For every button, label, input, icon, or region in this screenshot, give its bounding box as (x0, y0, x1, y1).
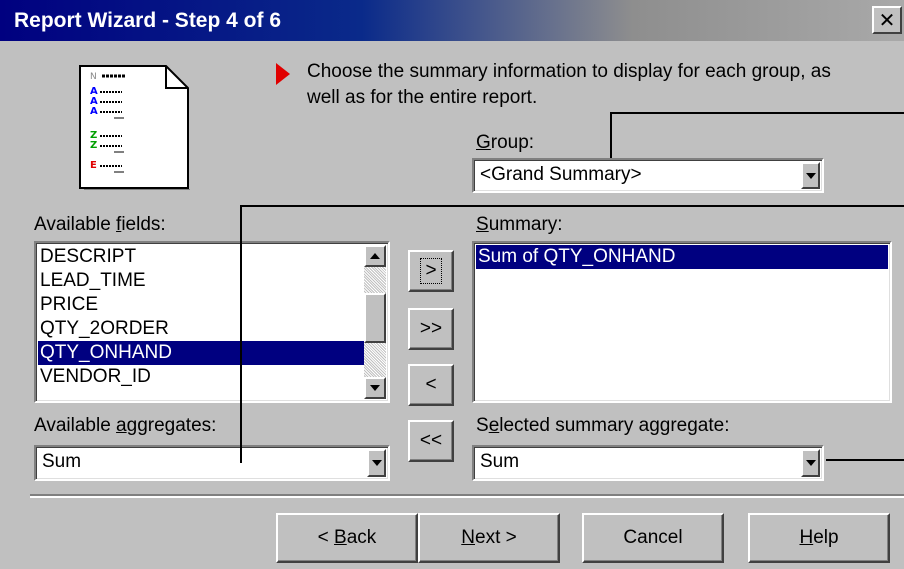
callout-line (240, 205, 242, 463)
svg-text:A: A (90, 106, 98, 117)
instruction-line-1: Choose the summary information to displa… (307, 61, 831, 82)
remove-all-fields-button[interactable]: << (408, 420, 454, 462)
title-bar: Report Wizard - Step 4 of 6 ✕ (0, 0, 904, 41)
close-button[interactable]: ✕ (872, 6, 902, 34)
report-illustration-icon: N A A A Z Z E (78, 64, 190, 191)
next-button[interactable]: Next > (418, 513, 560, 563)
group-dropdown-arrow[interactable] (801, 162, 820, 189)
add-all-fields-button[interactable]: >> (408, 308, 454, 350)
available-field-item[interactable]: QTY_ONHAND (38, 341, 364, 365)
available-field-item[interactable]: VENDOR_ID (38, 365, 364, 389)
scroll-down-icon (370, 385, 380, 391)
summary-item[interactable]: Sum of QTY_ONHAND (476, 245, 888, 269)
scroll-thumb[interactable] (364, 293, 386, 343)
available-fields-scrollbar[interactable] (364, 245, 386, 399)
cancel-button[interactable]: Cancel (582, 513, 724, 563)
available-aggregates-label: Available aggregates: (34, 415, 217, 436)
summary-label: Summary: (476, 214, 563, 235)
add-field-label: > (420, 258, 442, 284)
cancel-button-label: Cancel (623, 527, 683, 548)
callout-line (610, 112, 612, 158)
chevron-down-icon (805, 460, 816, 466)
group-dropdown[interactable]: <Grand Summary> (472, 158, 824, 193)
selected-summary-aggregate-arrow[interactable] (801, 449, 820, 477)
available-field-item[interactable]: LEAD_TIME (38, 269, 364, 293)
available-aggregates-value: Sum (42, 451, 82, 472)
remove-field-button[interactable]: < (408, 364, 454, 406)
remove-all-fields-label: << (419, 430, 443, 451)
scroll-up-button[interactable] (364, 245, 386, 267)
chevron-down-icon (805, 172, 816, 179)
summary-list[interactable]: Sum of QTY_ONHAND (472, 241, 892, 403)
selected-summary-aggregate-value: Sum (480, 451, 520, 472)
selected-summary-aggregate-dropdown[interactable]: Sum (472, 445, 824, 481)
svg-text:Z: Z (90, 140, 97, 151)
chevron-down-icon (371, 460, 382, 466)
next-button-label: Next > (461, 527, 517, 548)
close-icon: ✕ (878, 9, 896, 32)
remove-field-label: < (425, 374, 437, 395)
available-fields-list[interactable]: DESCRIPT LEAD_TIME PRICE QTY_2ORDER QTY_ONHA… (34, 241, 390, 403)
add-all-fields-label: >> (419, 318, 443, 339)
available-field-item[interactable]: DESCRIPT (38, 245, 364, 269)
instruction-line-2: well as for the entire report. (307, 87, 538, 108)
selected-summary-aggregate-label: Selected summary aggregate: (476, 415, 730, 436)
available-aggregates-dropdown[interactable]: Sum (34, 445, 390, 481)
callout-line (826, 459, 904, 461)
group-label: Group: (476, 132, 535, 153)
window-title: Report Wizard - Step 4 of 6 (14, 9, 282, 32)
scroll-up-icon (370, 253, 380, 259)
svg-text:N: N (90, 72, 97, 82)
add-field-button[interactable]: > (408, 250, 454, 292)
available-aggregates-arrow[interactable] (367, 449, 386, 477)
pointer-arrow-icon (276, 63, 290, 90)
back-button[interactable]: < Back (276, 513, 418, 563)
group-dropdown-value: <Grand Summary> (480, 164, 642, 185)
svg-text:E: E (90, 160, 97, 171)
scroll-down-button[interactable] (364, 377, 386, 399)
available-field-item[interactable]: PRICE (38, 293, 364, 317)
back-button-label: < Back (317, 527, 377, 548)
available-fields-label: Available fields: (34, 214, 166, 235)
separator (30, 494, 904, 498)
available-field-item[interactable]: QTY_2ORDER (38, 317, 364, 341)
help-button-label: Help (799, 527, 839, 548)
callout-line (240, 205, 904, 207)
help-button[interactable]: Help (748, 513, 890, 563)
callout-line (610, 112, 904, 114)
